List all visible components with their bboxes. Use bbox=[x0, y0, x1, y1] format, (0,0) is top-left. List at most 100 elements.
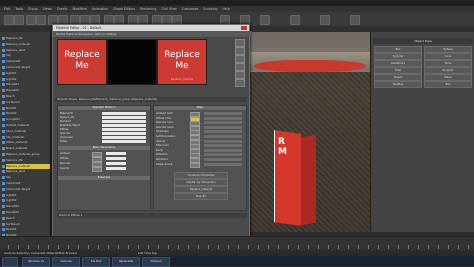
map-action-button[interactable]: Dynamics Properties bbox=[174, 172, 228, 179]
create-button[interactable]: Cylinder bbox=[374, 53, 422, 60]
tree-item[interactable]: Beach bbox=[2, 216, 50, 221]
tree-item[interactable]: Light01 bbox=[2, 71, 50, 76]
slot-tool-icon[interactable] bbox=[235, 55, 245, 63]
create-button[interactable]: GeoSphere bbox=[374, 60, 422, 67]
param-field[interactable] bbox=[106, 157, 126, 160]
map-button[interactable] bbox=[204, 121, 242, 125]
redo-icon[interactable] bbox=[14, 15, 24, 25]
tree-item[interactable]: Water_material bbox=[2, 140, 50, 145]
tree-item[interactable]: Replace_sand bbox=[2, 169, 50, 174]
map-button[interactable] bbox=[204, 162, 242, 166]
slot-tool-icon[interactable] bbox=[235, 39, 245, 47]
create-button[interactable]: Plane bbox=[424, 74, 472, 81]
param-field[interactable] bbox=[102, 116, 146, 119]
map-amount[interactable] bbox=[190, 162, 200, 168]
create-button[interactable]: Box bbox=[374, 46, 422, 53]
previous-map-dropdown[interactable]: Previous Diffuse ▾ bbox=[57, 213, 247, 218]
tree-item[interactable]: Surfboard bbox=[2, 100, 50, 105]
link-icon[interactable] bbox=[26, 15, 36, 25]
map-button[interactable] bbox=[204, 153, 242, 157]
schematic-icon[interactable] bbox=[290, 15, 300, 25]
perspective-viewport[interactable]: R M bbox=[250, 32, 370, 232]
windows-taskbar: Windows 10 Cameras 3ds Max ReplaceMe Not… bbox=[0, 256, 474, 267]
tree-item[interactable]: Light02 bbox=[2, 198, 50, 203]
param-field[interactable] bbox=[106, 152, 126, 155]
unlink-icon[interactable] bbox=[36, 15, 46, 25]
param-label: Glossiness bbox=[60, 136, 73, 139]
slot-tool-icon[interactable] bbox=[235, 79, 245, 87]
tree-item[interactable]: Camera01 bbox=[2, 181, 50, 186]
tree-item[interactable]: Sky bbox=[2, 53, 50, 58]
slot-tool-icon[interactable] bbox=[235, 63, 245, 71]
color-swatch[interactable] bbox=[92, 167, 102, 172]
tree-item[interactable]: Sand_material bbox=[2, 129, 50, 134]
tree-item[interactable]: Replace_material bbox=[2, 42, 50, 47]
tree-item[interactable]: Plane001 bbox=[2, 82, 50, 87]
create-button[interactable]: Cone bbox=[424, 53, 472, 60]
param-field[interactable] bbox=[102, 120, 146, 123]
tree-item[interactable]: Group001 bbox=[2, 117, 50, 122]
tree-item[interactable]: Default_material bbox=[2, 123, 50, 128]
create-button[interactable]: Box bbox=[424, 81, 472, 88]
tree-item[interactable]: Camera01 bbox=[2, 59, 50, 64]
param-field[interactable] bbox=[102, 136, 146, 139]
close-icon[interactable] bbox=[241, 26, 247, 30]
create-button[interactable]: Pyramid bbox=[424, 67, 472, 74]
tree-item[interactable]: Replace_material_group bbox=[2, 152, 50, 157]
param-field[interactable] bbox=[102, 132, 146, 135]
param-field[interactable] bbox=[102, 128, 146, 131]
tree-item[interactable]: Box001 bbox=[2, 106, 50, 111]
map-action-button[interactable]: Map #0 bbox=[174, 193, 228, 200]
undo-icon[interactable] bbox=[4, 15, 14, 25]
param-label: Ambient bbox=[60, 152, 71, 155]
tree-item[interactable]: Beach bbox=[2, 94, 50, 99]
tree-item[interactable]: Replace_Me bbox=[2, 36, 50, 41]
curve-icon[interactable] bbox=[260, 15, 270, 25]
material-slot[interactable]: Replace Me bbox=[57, 39, 107, 85]
param-field[interactable] bbox=[102, 140, 146, 143]
map-button[interactable] bbox=[204, 139, 242, 143]
map-button[interactable] bbox=[204, 148, 242, 152]
tree-item[interactable]: Light02 bbox=[2, 77, 50, 82]
param-field[interactable] bbox=[106, 167, 126, 170]
slot-tool-icon[interactable] bbox=[235, 47, 245, 55]
tree-item[interactable]: Plane001 bbox=[2, 204, 50, 209]
tree-item[interactable]: Box002 bbox=[2, 111, 50, 116]
tree-item[interactable]: Sky_material bbox=[2, 135, 50, 140]
teapot-icon[interactable] bbox=[350, 15, 360, 25]
tree-item[interactable]: Plane002 bbox=[2, 88, 50, 93]
material-slot[interactable] bbox=[107, 39, 157, 85]
tree-item[interactable]: Board_material bbox=[2, 146, 50, 151]
slot-tool-icon[interactable] bbox=[235, 71, 245, 79]
map-button[interactable] bbox=[204, 158, 242, 161]
create-button[interactable]: Teapot bbox=[374, 74, 422, 81]
param-field[interactable] bbox=[102, 112, 146, 115]
tree-item[interactable]: Camera01.Target bbox=[2, 65, 50, 70]
tree-item[interactable]: Surfboard bbox=[2, 222, 50, 227]
map-button[interactable] bbox=[204, 125, 242, 129]
tree-item[interactable]: Replace_sand bbox=[2, 48, 50, 53]
create-button[interactable]: Tube bbox=[374, 67, 422, 74]
create-button[interactable]: Torus bbox=[424, 60, 472, 67]
tree-item[interactable]: Plane002 bbox=[2, 210, 50, 215]
map-action-button[interactable]: Replace_material bbox=[174, 186, 228, 193]
tree-item[interactable]: Sky bbox=[2, 175, 50, 180]
tree-item[interactable]: Box001 bbox=[2, 227, 50, 232]
map-button[interactable] bbox=[204, 135, 242, 138]
map-button[interactable] bbox=[204, 130, 242, 134]
tree-item[interactable]: Light01 bbox=[2, 193, 50, 198]
tree-item[interactable]: Replace_material bbox=[2, 163, 50, 169]
map-button[interactable] bbox=[204, 112, 242, 115]
material-slot[interactable]: Replace Me Replace_material bbox=[157, 39, 207, 85]
create-button[interactable]: TextPlus bbox=[374, 81, 422, 88]
tree-item[interactable]: Replace_Me bbox=[2, 158, 50, 163]
param-field[interactable] bbox=[106, 162, 126, 165]
render-frame-icon[interactable] bbox=[320, 15, 330, 25]
map-button[interactable] bbox=[204, 144, 242, 148]
map-action-button[interactable]: mental ray Connection bbox=[174, 179, 228, 186]
tree-item[interactable]: Camera01.Target bbox=[2, 187, 50, 192]
map-button[interactable] bbox=[204, 116, 242, 120]
param-field[interactable] bbox=[102, 124, 146, 127]
time-slider[interactable] bbox=[0, 236, 474, 251]
create-button[interactable]: Sphere bbox=[424, 46, 472, 53]
